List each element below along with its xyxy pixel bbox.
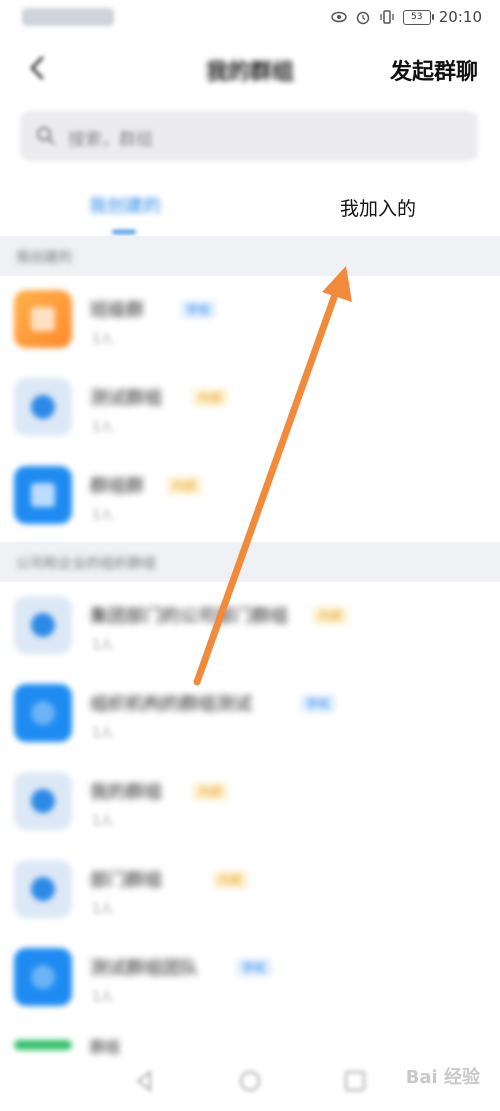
- group-avatar: [14, 1040, 72, 1050]
- search-input[interactable]: 搜索，群组: [20, 111, 478, 161]
- member-count: 1人: [92, 726, 114, 741]
- group-name: 组织机构的群组测试: [90, 694, 252, 715]
- tab-bar: 我创建的 我加入的: [0, 180, 500, 236]
- group-name: 我的群组: [90, 782, 162, 803]
- group-avatar: [14, 596, 72, 654]
- group-avatar: [14, 684, 72, 742]
- nav-recents-icon[interactable]: [342, 1068, 368, 1094]
- group-tag-badge: 学校: [180, 300, 217, 319]
- member-count: 1人: [92, 814, 114, 829]
- group-tag-badge: 内部: [312, 606, 349, 625]
- list-item[interactable]: 测试群组 内部 1人: [0, 364, 500, 452]
- section-label: 公司和企业的组织群组: [16, 556, 156, 572]
- member-count: 1人: [92, 990, 114, 1005]
- active-tab-indicator: [112, 230, 136, 234]
- alarm-icon: [356, 11, 370, 25]
- group-name: 测试群组: [90, 388, 162, 409]
- group-avatar: [14, 378, 72, 436]
- group-name: 测试群组团队: [90, 958, 198, 979]
- group-tag-badge: 内部: [212, 870, 249, 889]
- member-count: 1人: [92, 332, 114, 347]
- list-item[interactable]: 我的群组 内部 1人: [0, 758, 500, 846]
- section-label: 我创建的: [16, 250, 72, 266]
- search-placeholder: 搜索，群组: [68, 130, 153, 150]
- group-name: 班级群: [90, 300, 144, 321]
- group-name: 群组群: [90, 476, 144, 497]
- list-item[interactable]: 群组群 内部 1人: [0, 452, 500, 540]
- search-icon: [37, 127, 55, 145]
- nav-home-icon[interactable]: [237, 1068, 263, 1094]
- list-item[interactable]: 群组: [0, 1022, 500, 1056]
- group-tag-badge: 内部: [166, 476, 203, 495]
- group-avatar: [14, 290, 72, 348]
- section-header: 我创建的: [0, 236, 500, 276]
- group-tag-badge: 内部: [192, 782, 229, 801]
- carrier-signal: [22, 8, 114, 26]
- member-count: 1人: [92, 638, 114, 653]
- battery-icon: 53: [402, 9, 434, 25]
- section-header: 公司和企业的组织群组: [0, 542, 500, 582]
- nav-back-icon[interactable]: [132, 1068, 158, 1094]
- tab-joined[interactable]: 我加入的: [318, 194, 438, 221]
- list-item[interactable]: 集团部门的公司部门群组 内部 1人: [0, 582, 500, 670]
- group-avatar: [14, 948, 72, 1006]
- group-avatar: [14, 772, 72, 830]
- list-item[interactable]: 班级群 学校 1人: [0, 276, 500, 364]
- list-item[interactable]: 组织机构的群组测试 学校 1人: [0, 670, 500, 758]
- header: 我的群组 发起群聊: [0, 40, 500, 100]
- vibrate-icon: [380, 10, 394, 24]
- member-count: 1人: [92, 508, 114, 523]
- group-name: 部门群组: [90, 870, 162, 891]
- group-avatar: [14, 466, 72, 524]
- group-name: 集团部门的公司部门群组: [90, 606, 288, 627]
- group-tag-badge: 内部: [192, 388, 229, 407]
- status-bar: 53 20:10: [0, 0, 500, 34]
- member-count: 1人: [92, 902, 114, 917]
- status-time: 20:10: [438, 8, 482, 26]
- list-item[interactable]: 测试群组团队 学校 1人: [0, 934, 500, 1022]
- group-tag-badge: 学校: [300, 694, 337, 713]
- member-count: 1人: [92, 420, 114, 435]
- watermark: Bai 经验: [405, 1067, 480, 1088]
- list-item[interactable]: 部门群组 内部 1人: [0, 846, 500, 934]
- group-avatar: [14, 860, 72, 918]
- status-icons: 53 20:10: [331, 8, 482, 26]
- tab-created[interactable]: 我创建的: [70, 192, 180, 218]
- start-group-chat-button[interactable]: 发起群聊: [390, 54, 478, 86]
- group-tag-badge: 学校: [236, 958, 273, 977]
- eye-icon: [331, 11, 347, 23]
